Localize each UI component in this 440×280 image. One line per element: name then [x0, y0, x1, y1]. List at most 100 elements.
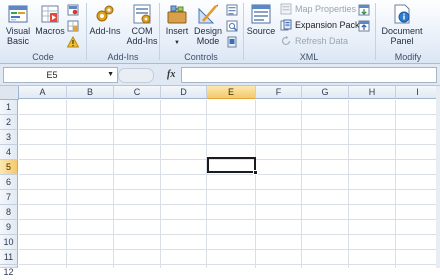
row-header-2[interactable]: 2 [0, 115, 18, 130]
document-panel-label-1: Document [381, 26, 423, 36]
refresh-icon [281, 35, 291, 46]
visual-basic-button[interactable]: Visual Basic [3, 1, 33, 46]
grid-line [19, 234, 440, 235]
warning-icon [67, 36, 79, 48]
row-header-5[interactable]: 5 [0, 160, 18, 175]
fill-handle[interactable] [253, 170, 258, 175]
refresh-data-label: Refresh Data [295, 36, 349, 46]
code-group: Visual Basic Macros Code [0, 0, 86, 63]
column-header-d[interactable]: D [161, 86, 207, 99]
vertical-scrollbar[interactable] [436, 86, 440, 268]
grid-line [160, 100, 161, 268]
source-button[interactable]: Source [245, 1, 277, 36]
relative-references-button[interactable] [67, 19, 79, 33]
macros-button[interactable]: Macros [34, 1, 66, 36]
com-add-ins-icon [133, 4, 151, 24]
row-header-1[interactable]: 1 [0, 100, 18, 115]
add-ins-group-label: Add-Ins [107, 52, 139, 62]
design-mode-icon [198, 4, 218, 24]
document-panel-label-2: Panel [390, 36, 414, 46]
xml-import-button[interactable] [358, 3, 370, 17]
controls-group-label: Controls [184, 52, 218, 62]
export-icon [358, 20, 370, 32]
spreadsheet-grid[interactable]: A B C D E F G H I 1 2 3 4 5 6 7 8 9 10 1… [0, 86, 440, 277]
map-properties-icon [280, 3, 292, 15]
expansion-packs-icon [280, 19, 292, 31]
column-header-f[interactable]: F [256, 86, 302, 99]
com-add-ins-label-1: COM [131, 26, 153, 36]
column-header-a[interactable]: A [19, 86, 67, 99]
run-dialog-icon [227, 36, 237, 48]
insert-function-button[interactable]: fx [167, 69, 175, 80]
grid-line [19, 249, 440, 250]
code-group-label: Code [32, 52, 54, 62]
grid-line [395, 100, 396, 268]
column-header-c[interactable]: C [114, 86, 161, 99]
xml-export-button[interactable] [358, 19, 370, 33]
row-header-9[interactable]: 9 [0, 220, 18, 235]
modify-group: Document Panel Modify [376, 0, 440, 63]
view-code-icon [226, 20, 238, 32]
grid-line [19, 204, 440, 205]
expansion-packs-button[interactable]: Expansion Packs [280, 18, 364, 32]
grid-line [19, 114, 440, 115]
com-add-ins-button[interactable]: COM Add-Ins [124, 1, 160, 46]
map-properties-label: Map Properties [295, 4, 357, 14]
grid-line [19, 174, 440, 175]
xml-source-icon [251, 4, 271, 24]
properties-button[interactable] [226, 3, 238, 17]
document-panel-button[interactable]: Document Panel [380, 1, 424, 46]
row-header-11[interactable]: 11 [0, 250, 18, 265]
active-cell-e5[interactable] [207, 157, 256, 173]
formula-input[interactable] [181, 67, 437, 83]
document-panel-icon [394, 4, 410, 24]
row-header-4[interactable]: 4 [0, 145, 18, 160]
visual-basic-label-2: Basic [6, 36, 29, 46]
column-header-i[interactable]: I [396, 86, 440, 99]
column-header-h[interactable]: H [349, 86, 396, 99]
grid-line [19, 129, 440, 130]
design-mode-label-2: Mode [196, 36, 220, 46]
expansion-packs-label: Expansion Packs [295, 20, 365, 30]
row-header-7[interactable]: 7 [0, 190, 18, 205]
formula-bar-expander[interactable] [118, 68, 154, 83]
grid-line [301, 100, 302, 268]
grid-line [113, 100, 114, 268]
column-header-g[interactable]: G [302, 86, 349, 99]
grid-line [19, 264, 440, 265]
row-header-3[interactable]: 3 [0, 130, 18, 145]
properties-icon [226, 4, 238, 16]
modify-group-label: Modify [394, 52, 422, 62]
add-ins-group: Add-Ins COM Add-Ins Add-Ins [87, 0, 159, 63]
column-header-e[interactable]: E [207, 86, 256, 99]
column-header-b[interactable]: B [67, 86, 114, 99]
add-ins-button[interactable]: Add-Ins [88, 1, 122, 36]
row-header-8[interactable]: 8 [0, 205, 18, 220]
toolbox-icon [167, 5, 187, 24]
xml-group: Source Map Properties Expansion Packs Re… [244, 0, 374, 63]
refresh-data-button[interactable]: Refresh Data [280, 34, 348, 48]
chevron-down-icon[interactable]: ▼ [107, 68, 114, 82]
record-macro-button[interactable] [67, 3, 79, 17]
gears-icon [96, 5, 114, 22]
design-mode-button[interactable]: Design Mode [193, 1, 223, 46]
ribbon: Visual Basic Macros Code Add-Ins COM Add… [0, 0, 440, 64]
macro-security-button[interactable] [67, 35, 79, 49]
grid-line [19, 219, 440, 220]
select-all-corner[interactable] [0, 86, 19, 100]
controls-group: Insert ▼ Design Mode Controls [160, 0, 242, 63]
insert-control-button[interactable]: Insert ▼ [161, 1, 193, 48]
macros-label: Macros [35, 26, 65, 36]
name-box[interactable]: E5 ▼ [3, 67, 118, 83]
design-mode-label-1: Design [193, 26, 222, 36]
insert-label: Insert [165, 26, 189, 36]
view-code-button[interactable] [226, 19, 238, 33]
map-properties-button[interactable]: Map Properties [280, 2, 356, 16]
com-add-ins-label-2: Add-Ins [126, 36, 158, 46]
grid-line [66, 100, 67, 268]
row-header-10[interactable]: 10 [0, 235, 18, 250]
grid-line [255, 100, 256, 268]
run-dialog-button[interactable] [226, 35, 238, 49]
macros-icon [41, 5, 59, 23]
row-header-6[interactable]: 6 [0, 175, 18, 190]
